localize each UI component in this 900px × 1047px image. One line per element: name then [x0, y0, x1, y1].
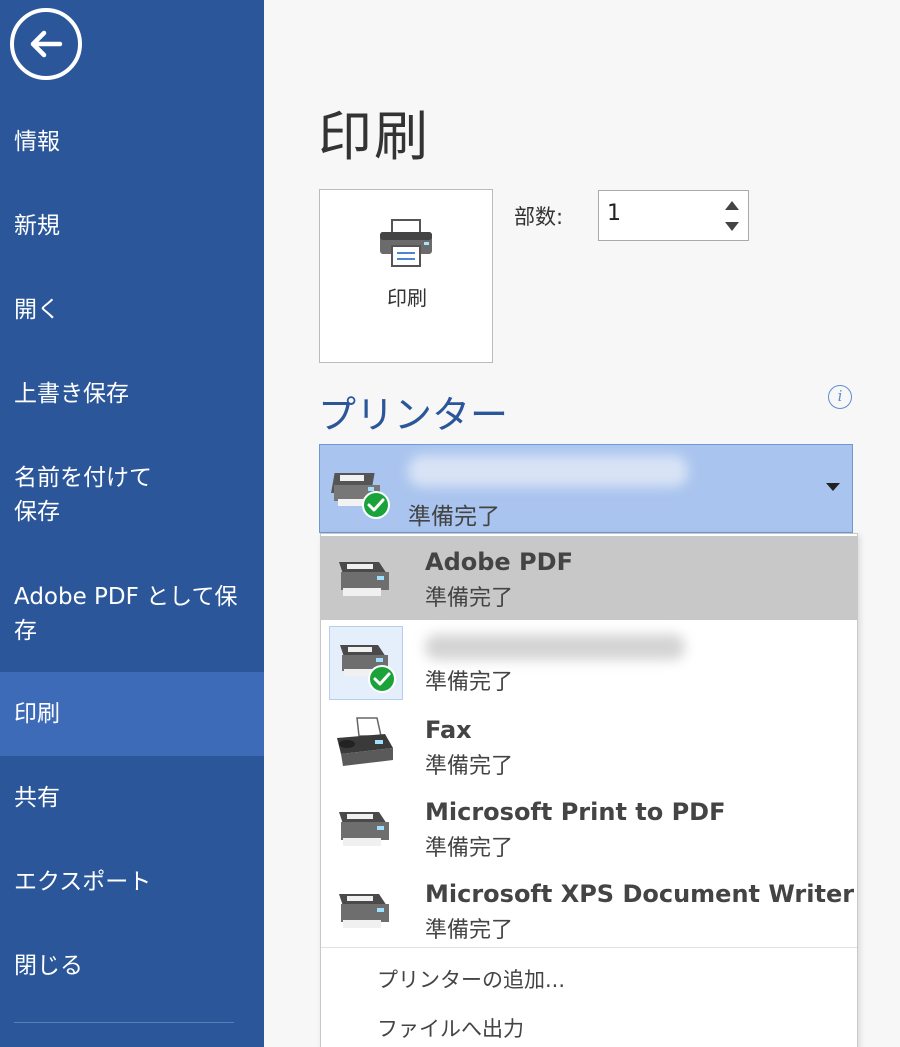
printer-option-adobe-pdf[interactable]: Adobe PDF 準備完了	[321, 536, 857, 620]
nav-label: エクスポート	[14, 869, 152, 895]
selected-printer-name-redacted	[408, 455, 688, 487]
default-printer-icon	[329, 626, 403, 700]
nav-info[interactable]: 情報	[0, 125, 264, 159]
nav-new[interactable]: 新規	[0, 209, 264, 243]
copies-value[interactable]: 1	[607, 201, 621, 226]
nav-label: 名前を付けて	[14, 465, 152, 491]
print-button-label: 印刷	[387, 286, 427, 310]
dropdown-arrow-icon	[826, 483, 840, 491]
printer-name-redacted	[425, 634, 685, 660]
info-icon[interactable]: i	[828, 385, 852, 409]
copies-label: 部数:	[514, 205, 564, 229]
nav-label: 新規	[14, 213, 60, 239]
sidebar-divider	[14, 1022, 234, 1023]
nav-share[interactable]: 共有	[0, 781, 264, 815]
nav-label: 情報	[14, 129, 60, 155]
printer-heading: プリンター	[318, 393, 509, 437]
add-printer-link[interactable]: プリンターの追加...	[377, 964, 565, 994]
printer-name: Microsoft Print to PDF	[425, 798, 726, 826]
printer-name: Fax	[425, 716, 472, 744]
printer-icon	[329, 874, 403, 948]
decrement-arrow-icon[interactable]	[723, 219, 741, 235]
printer-icon	[329, 542, 403, 616]
backstage-sidebar: 情報 新規 開く 上書き保存 名前を付けて 保存 Adobe PDF として保 …	[0, 0, 264, 1047]
printer-icon	[329, 792, 403, 866]
printer-status: 準備完了	[425, 918, 514, 943]
selected-printer-icon	[330, 465, 392, 525]
nav-export[interactable]: エクスポート	[0, 865, 264, 899]
print-button[interactable]: 印刷	[319, 189, 493, 363]
copies-stepper[interactable]: 1	[598, 190, 749, 241]
nav-label: 共有	[14, 785, 60, 811]
nav-label: 印刷	[14, 701, 60, 727]
printer-option-default[interactable]: 準備完了	[321, 620, 857, 704]
printer-option-microsoft-xps-document-writer[interactable]: Microsoft XPS Document Writer 準備完了	[321, 868, 857, 952]
back-arrow-icon	[30, 30, 63, 58]
printer-select[interactable]: 準備完了	[319, 444, 853, 533]
nav-label-line2: 保存	[14, 499, 60, 525]
selected-printer-status: 準備完了	[408, 504, 500, 530]
nav-label: 閉じる	[14, 953, 83, 979]
printer-status: 準備完了	[425, 754, 514, 779]
increment-arrow-icon[interactable]	[723, 197, 741, 213]
nav-save-as[interactable]: 名前を付けて 保存	[0, 461, 264, 529]
nav-close[interactable]: 閉じる	[0, 949, 264, 983]
nav-label-line2: 存	[14, 618, 37, 644]
printer-dropdown-list: Adobe PDF 準備完了 準備完了 Fax 準備完了 Microsoft P…	[320, 533, 858, 1047]
nav-label: Adobe PDF として保	[14, 584, 238, 610]
printer-status: 準備完了	[425, 586, 514, 611]
printer-option-fax[interactable]: Fax 準備完了	[321, 704, 857, 788]
dropdown-divider	[321, 947, 857, 948]
nav-label: 上書き保存	[14, 381, 129, 407]
page-title: 印刷	[318, 105, 430, 168]
print-to-file-option[interactable]: ファイルへ出力	[377, 1013, 524, 1043]
back-button[interactable]	[10, 8, 82, 80]
printer-icon	[380, 219, 432, 267]
nav-save[interactable]: 上書き保存	[0, 377, 264, 411]
printer-status: 準備完了	[425, 670, 514, 695]
printer-option-microsoft-print-to-pdf[interactable]: Microsoft Print to PDF 準備完了	[321, 786, 857, 870]
nav-label: 開く	[14, 297, 60, 323]
printer-name: Microsoft XPS Document Writer	[425, 880, 855, 908]
printer-status: 準備完了	[425, 836, 514, 861]
nav-open[interactable]: 開く	[0, 293, 264, 327]
nav-save-as-adobe-pdf[interactable]: Adobe PDF として保 存	[0, 580, 264, 648]
printer-name: Adobe PDF	[425, 548, 573, 576]
nav-print[interactable]: 印刷	[0, 672, 264, 756]
fax-icon	[329, 710, 403, 784]
